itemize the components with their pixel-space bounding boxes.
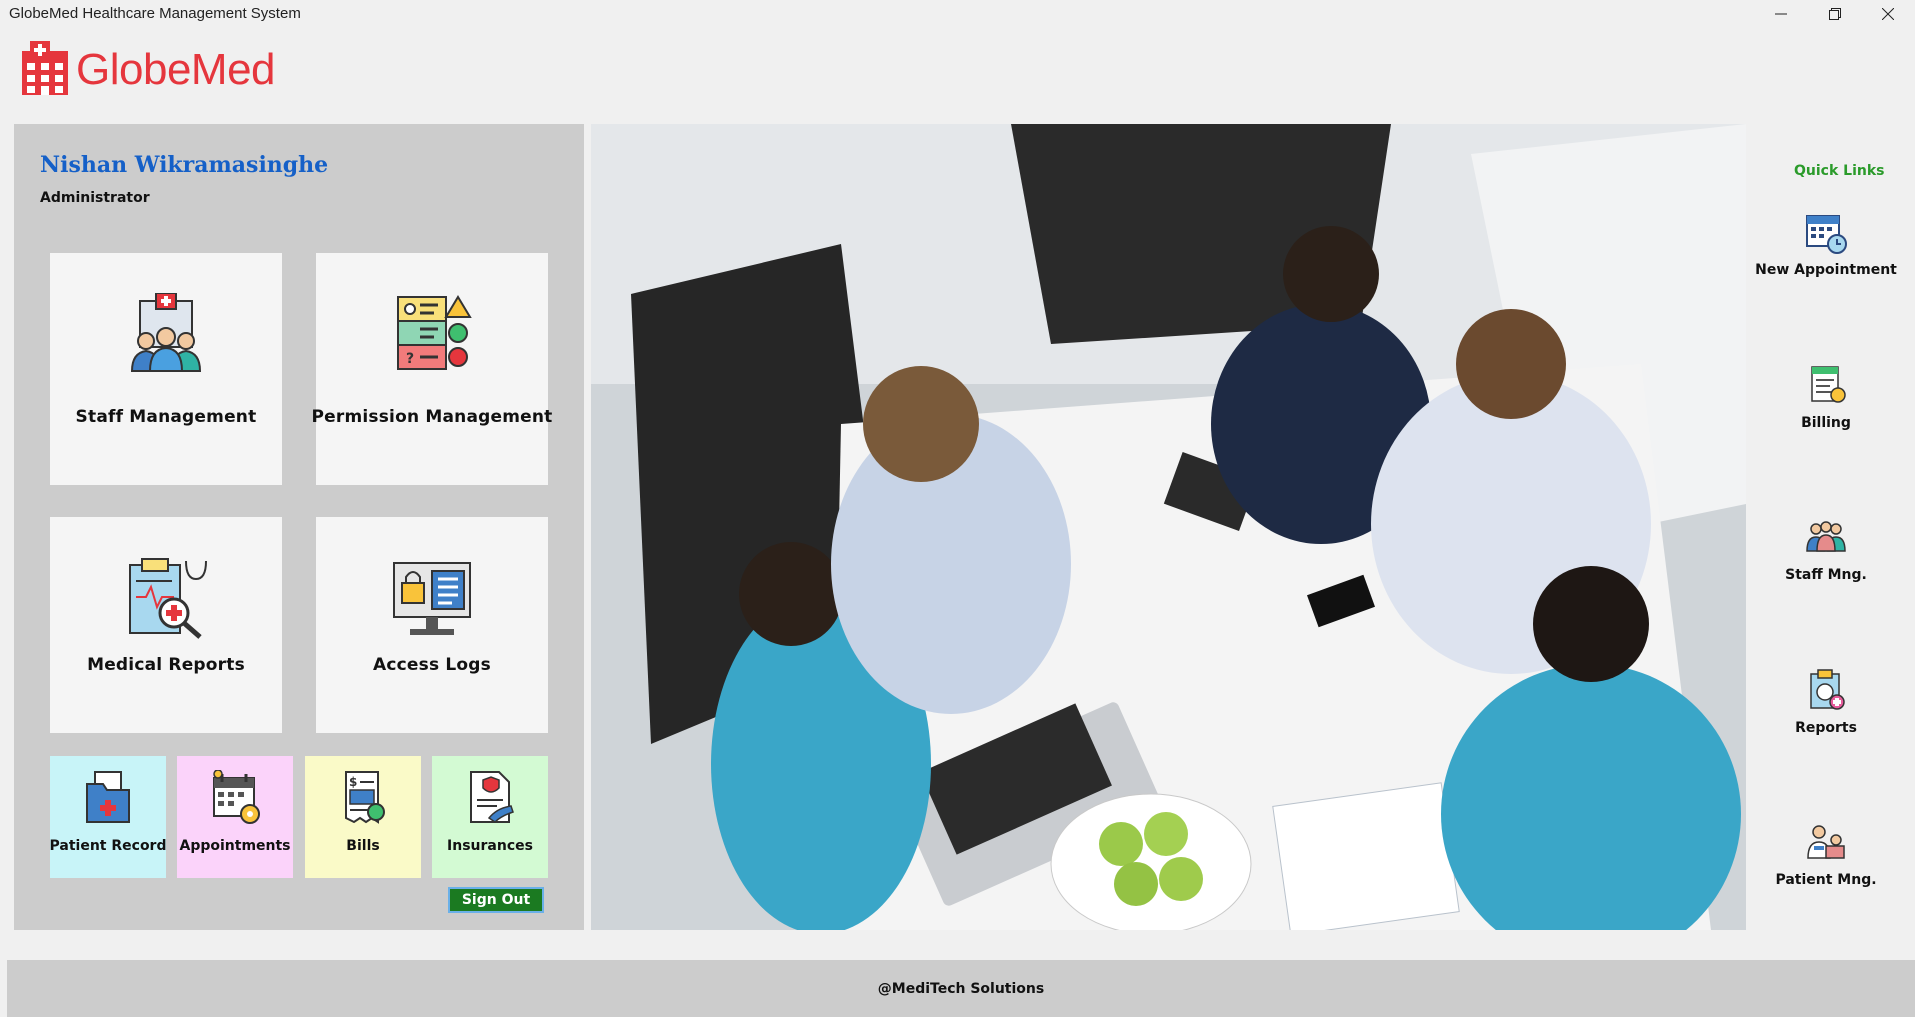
tile-label: Permission Management — [311, 407, 553, 427]
quick-link-label: Billing — [1801, 415, 1851, 431]
permission-management-tile[interactable]: ? Permission Management — [312, 253, 552, 485]
reports-clipboard-icon — [1804, 668, 1848, 716]
logo-text: GlobeMed — [76, 45, 276, 94]
access-logs-tile[interactable]: Access Logs — [316, 517, 548, 733]
patient-record-tile[interactable]: Patient Record — [49, 756, 167, 878]
close-button[interactable] — [1861, 0, 1915, 28]
tile-label: Medical Reports — [87, 655, 245, 675]
hospital-building-icon — [22, 41, 68, 99]
tile-label: Staff Management — [75, 407, 257, 427]
patient-doctor-icon — [1804, 820, 1848, 868]
quick-link-staff-mng[interactable]: Staff Mng. — [1750, 515, 1902, 603]
quick-link-patient-mng[interactable]: Patient Mng. — [1750, 820, 1902, 908]
window-title: GlobeMed Healthcare Management System — [9, 5, 301, 22]
footer-text: @MediTech Solutions — [877, 980, 1045, 997]
window-titlebar: GlobeMed Healthcare Management System — [0, 0, 1915, 28]
quick-links-title: Quick Links — [1794, 163, 1885, 179]
close-icon — [1881, 5, 1895, 24]
appointments-tile[interactable]: Appointments — [177, 756, 293, 878]
restore-icon — [1829, 5, 1841, 24]
calendar-gear-icon — [208, 769, 262, 830]
mini-tile-label: Appointments — [179, 838, 291, 854]
quick-link-label: Reports — [1795, 720, 1857, 736]
insurances-tile[interactable]: Insurances — [432, 756, 548, 878]
medical-reports-tile[interactable]: Medical Reports — [50, 517, 282, 733]
billing-icon — [1804, 363, 1848, 411]
staff-icon — [1804, 515, 1848, 563]
quick-link-label: Patient Mng. — [1775, 872, 1877, 888]
access-log-monitor-icon — [390, 557, 474, 645]
team-meeting-photo — [591, 124, 1746, 930]
quick-link-reports[interactable]: Reports — [1750, 668, 1902, 756]
bill-receipt-icon: $ — [336, 770, 390, 830]
footer-bar: @MediTech Solutions — [7, 960, 1915, 1017]
quick-link-billing[interactable]: Billing — [1750, 363, 1902, 451]
patient-folder-icon — [81, 770, 135, 830]
quick-link-label: New Appointment — [1755, 262, 1897, 278]
staff-group-icon — [126, 292, 206, 377]
permission-checklist-icon: ? — [392, 293, 472, 377]
app-logo: GlobeMed — [22, 41, 276, 99]
mini-tile-label: Patient Record — [49, 838, 167, 854]
dashboard-panel: Nishan Wikramasinghe Administrator Staff… — [14, 124, 584, 930]
insurance-document-icon — [463, 770, 517, 830]
svg-text:$: $ — [349, 775, 357, 789]
staff-management-tile[interactable]: Staff Management — [50, 253, 282, 485]
svg-text:?: ? — [406, 351, 414, 367]
bills-tile[interactable]: $ Bills — [305, 756, 421, 878]
sign-out-button[interactable]: Sign Out — [448, 887, 544, 913]
tile-label: Access Logs — [373, 655, 491, 675]
calendar-clock-icon — [1804, 210, 1848, 258]
minimize-icon — [1775, 5, 1787, 24]
minimize-button[interactable] — [1754, 0, 1808, 28]
restore-button[interactable] — [1808, 0, 1862, 28]
quick-link-label: Staff Mng. — [1785, 567, 1867, 583]
user-name: Nishan Wikramasinghe — [40, 152, 329, 178]
user-role: Administrator — [40, 190, 150, 206]
quick-link-new-appointment[interactable]: New Appointment — [1750, 210, 1902, 298]
mini-tile-label: Insurances — [447, 838, 533, 854]
medical-report-icon — [124, 557, 208, 645]
mini-tile-label: Bills — [346, 838, 380, 854]
